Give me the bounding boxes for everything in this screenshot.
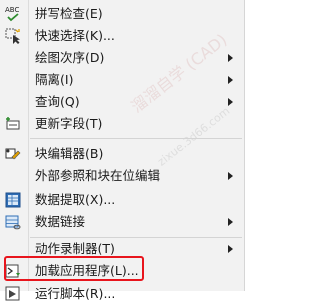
menu-item-data-links[interactable]: 数据链接 xyxy=(0,211,245,233)
menu-item-label: 块编辑器(B) xyxy=(35,146,104,161)
menu-item-label: 拼写检查(E) xyxy=(35,6,103,21)
submenu-arrow-icon xyxy=(228,218,233,226)
highlight-box xyxy=(4,256,144,281)
menu-item-label: 数据链接 xyxy=(35,214,86,229)
menu-item-block-editor[interactable]: 块编辑器(B) xyxy=(0,143,245,165)
update-field-icon xyxy=(4,115,22,133)
menu-item-label: 快速选择(K)... xyxy=(35,28,115,43)
quick-select-icon xyxy=(4,27,22,45)
block-editor-icon xyxy=(4,145,22,163)
menu-item-label: 动作录制器(T) xyxy=(35,241,115,256)
menu-item-xref-block-edit[interactable]: 外部参照和块在位编辑 xyxy=(0,165,245,187)
svg-text:ABC: ABC xyxy=(5,6,19,14)
menu-item-inquiry[interactable]: 查询(Q) xyxy=(0,91,245,113)
run-script-icon xyxy=(4,285,22,303)
menu-item-update-fields[interactable]: 更新字段(T) xyxy=(0,113,245,135)
menu-item-label: 更新字段(T) xyxy=(35,116,103,131)
menu-item-spell-check[interactable]: ABC 拼写检查(E) xyxy=(0,3,245,25)
data-link-icon xyxy=(4,213,22,231)
menu-item-data-extraction[interactable]: 数据提取(X)... xyxy=(0,189,245,211)
submenu-arrow-icon xyxy=(228,172,233,180)
menu-item-label: 查询(Q) xyxy=(35,94,80,109)
submenu-arrow-icon xyxy=(228,54,233,62)
menu-item-draw-order[interactable]: 绘图次序(D) xyxy=(0,47,245,69)
spellcheck-abc-icon: ABC xyxy=(4,5,22,23)
menu-item-run-script[interactable]: 运行脚本(R)... xyxy=(0,283,245,305)
menu-item-label: 外部参照和块在位编辑 xyxy=(35,168,161,183)
submenu-arrow-icon xyxy=(228,98,233,106)
submenu-arrow-icon xyxy=(228,76,233,84)
menu-item-label: 绘图次序(D) xyxy=(35,50,105,65)
menu-item-label: 数据提取(X)... xyxy=(35,192,116,207)
menu-item-label: 运行脚本(R)... xyxy=(35,286,116,301)
submenu-arrow-icon xyxy=(228,245,233,253)
context-menu: 溜溜自学 (CAD) zixue.3d66.com ABC 拼写检查(E) 快速… xyxy=(0,0,245,301)
data-extraction-icon xyxy=(4,191,22,209)
menu-item-label: 隔离(I) xyxy=(35,72,74,87)
menu-item-isolate[interactable]: 隔离(I) xyxy=(0,69,245,91)
menu-item-quick-select[interactable]: 快速选择(K)... xyxy=(0,25,245,47)
menu-separator xyxy=(30,138,242,139)
